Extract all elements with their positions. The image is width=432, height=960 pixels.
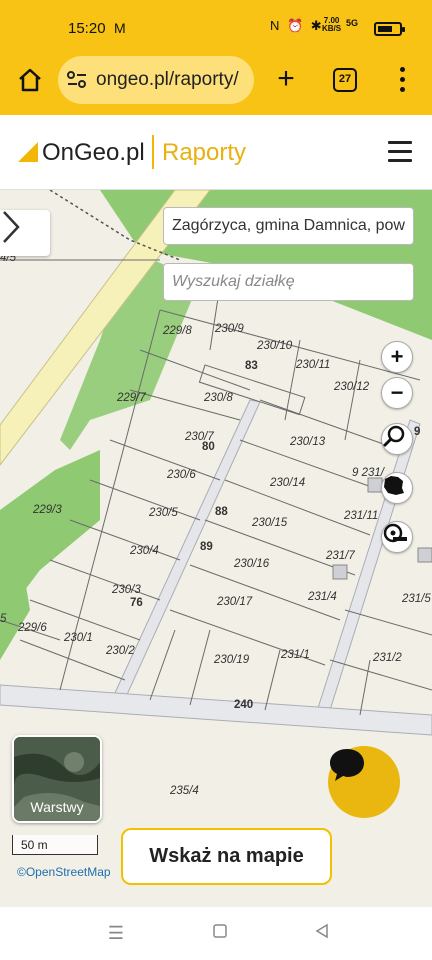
hamburger-icon[interactable]: [388, 141, 412, 163]
system-nav-bar: ☰: [0, 907, 432, 960]
plot-number: 240: [234, 699, 254, 711]
map-canvas[interactable]: 4/5 229/8 230/9 230/10 83 230/11 230/12 …: [0, 190, 432, 907]
plot-label: 231/11: [344, 510, 379, 522]
plot-label: 230/5: [149, 507, 178, 519]
attribution-link[interactable]: ©OpenStreetMap: [17, 865, 111, 879]
zoom-in-icon[interactable]: +: [381, 341, 413, 373]
plot-label: 235/4: [170, 785, 199, 797]
home-icon[interactable]: [14, 62, 46, 98]
layers-label: Warstwy: [30, 799, 84, 815]
plot-label: 230/15: [252, 517, 288, 529]
plot-label: 230/10: [257, 340, 293, 352]
zoom-out-icon[interactable]: −: [381, 377, 413, 409]
building: [417, 547, 432, 563]
mail-icon: M: [114, 20, 126, 36]
chevron-right-icon: [3, 211, 20, 243]
url-text: ongeo.pl/raporty/: [96, 69, 239, 90]
plot-number: 88: [215, 506, 228, 518]
plot-number: 89: [200, 541, 213, 553]
plot-label: 9 231/: [352, 467, 384, 479]
plot-label: 231/5: [402, 593, 431, 605]
plot-label: 231/1: [281, 649, 310, 661]
plot-number: 76: [130, 597, 143, 609]
network-speed: 7.00 KB/S: [322, 17, 341, 33]
plot-number: 80: [202, 441, 215, 453]
plot-label: 230/14: [270, 477, 306, 489]
location-field[interactable]: Zagórzyca, gmina Damnica, pow: [163, 207, 414, 245]
horizontal-road: [0, 684, 432, 736]
site-settings-icon[interactable]: [66, 70, 88, 90]
plot-number: 9: [414, 426, 421, 438]
plot-label: 230/6: [167, 469, 196, 481]
poland-map-icon[interactable]: [381, 472, 413, 504]
plot-label: 230/12: [334, 381, 370, 393]
plot-label: 230/13: [290, 436, 326, 448]
recents-icon[interactable]: ☰: [106, 923, 126, 943]
new-tab-button[interactable]: +: [270, 62, 302, 98]
battery-icon: [374, 22, 405, 36]
plot-label: 229/6: [18, 622, 47, 634]
signal-indicator: 5G: [346, 18, 359, 28]
logo-divider: [152, 135, 154, 169]
chat-button[interactable]: [328, 746, 400, 818]
logo-icon: [18, 142, 38, 162]
measure-tape-icon[interactable]: [381, 521, 413, 553]
plot-label: 230/1: [64, 632, 93, 644]
plot-label: 230/16: [234, 558, 270, 570]
section-title[interactable]: Raporty: [162, 139, 246, 167]
plot-label: 230/11: [296, 359, 331, 371]
plot-label: 230/2: [106, 645, 135, 657]
scale-bar: 50 m: [12, 835, 98, 855]
logo-text[interactable]: OnGeo.pl: [42, 139, 145, 167]
home-nav-icon[interactable]: [210, 923, 230, 943]
plot-label: 231/7: [326, 550, 355, 562]
building: [332, 564, 348, 580]
plot-label: 231/2: [373, 652, 402, 664]
parcel-search-input[interactable]: Wyszukaj działkę: [163, 263, 414, 301]
plot-number: 83: [245, 360, 258, 372]
status-icons: N ⏰ ✱: [270, 18, 324, 33]
plot-label: 230/8: [204, 392, 233, 404]
plot-label: 230/17: [217, 596, 253, 608]
plot-label: 230/3: [112, 584, 141, 596]
plot-label: 229/3: [33, 504, 62, 516]
plot-label: 230/19: [214, 654, 250, 666]
more-icon[interactable]: [392, 64, 412, 96]
status-time: 15:20: [68, 20, 106, 37]
browser-toolbar: 15:20 M N ⏰ ✱ 7.00 KB/S 5G ongeo.pl/rapo…: [0, 0, 432, 115]
url-bar[interactable]: ongeo.pl/raporty/: [58, 56, 254, 104]
chat-icon: [330, 749, 364, 781]
tabs-button[interactable]: 27: [333, 68, 357, 92]
plot-label: 230/4: [130, 545, 159, 557]
plot-label: 230/9: [215, 323, 244, 335]
point-on-map-button[interactable]: Wskaż na mapie: [121, 828, 332, 885]
plot-label: 5: [0, 613, 7, 625]
search-icon[interactable]: [381, 423, 413, 455]
plot-label: 231/4: [308, 591, 337, 603]
back-icon[interactable]: [312, 923, 332, 943]
plot-label: 229/8: [163, 325, 192, 337]
panel-toggle-button[interactable]: [0, 210, 50, 256]
layers-button[interactable]: Warstwy: [12, 735, 102, 823]
site-header: OnGeo.pl Raporty: [0, 115, 432, 190]
plot-label: 229/7: [117, 392, 146, 404]
building: [367, 477, 383, 493]
speed-unit: KB/S: [322, 24, 342, 33]
